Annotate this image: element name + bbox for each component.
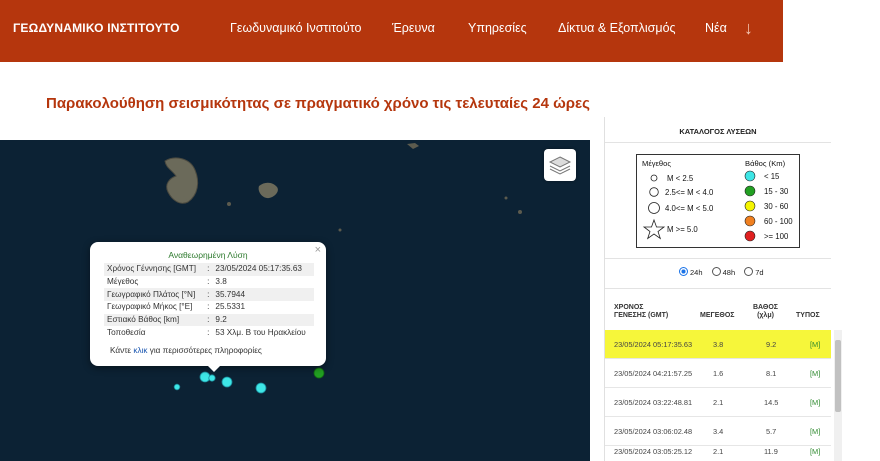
popup-label: Γεωγραφικό Πλάτος [°N]	[104, 288, 205, 302]
quake-marker-2[interactable]	[208, 374, 216, 382]
quake-marker-5[interactable]	[173, 383, 181, 391]
col-header-time[interactable]: ΧΡΟΝΟΣ ΓΕΝΕΣΗΣ (GMT)	[614, 304, 668, 320]
popup-row-origin-time: Χρόνος Γέννησης [GMT]:23/05/2024 05:17:3…	[104, 263, 314, 276]
islet-7	[338, 228, 342, 232]
radio-icon	[744, 267, 754, 276]
legend-size-large-icon	[648, 202, 660, 214]
popup-more-info: Κάντε κλικ για περισσότερες πληροφορίες	[110, 346, 262, 355]
quake-marker-3[interactable]	[221, 376, 233, 388]
legend-depth-ge100-icon	[744, 230, 756, 242]
legend-box: Μέγεθος Βάθος (Km) M < 2.5 2.5<= M < 4.0…	[636, 154, 800, 248]
popup-title: Αναθεωρημένη Λύση	[168, 250, 248, 260]
legend-mag-3: 4.0<= M < 5.0	[665, 204, 714, 213]
period-7d-radio[interactable]: 7d	[744, 267, 764, 277]
col-header-magnitude[interactable]: ΜΕΓΕΘΟΣ	[700, 312, 734, 320]
divider	[605, 288, 831, 289]
scrollbar-thumb[interactable]	[835, 340, 841, 412]
legend-mag-2: 2.5<= M < 4.0	[665, 188, 714, 197]
col-header-type[interactable]: ΤΥΠΟΣ	[796, 312, 820, 320]
legend-depth-30-60-icon	[744, 200, 756, 212]
legend-size-small-icon	[650, 174, 658, 182]
legend-depth-4: 60 - 100	[764, 217, 793, 226]
popup-value: 35.7944	[212, 288, 314, 302]
legend-mag-1: M < 2.5	[667, 174, 694, 183]
legend-star-icon	[642, 218, 666, 240]
table-row[interactable]: 23/05/2024 03:06:02.48 3.4 5.7 [M]	[605, 417, 831, 446]
popup-tip	[208, 366, 220, 372]
legend-size-medium-icon	[649, 187, 659, 197]
divider	[605, 258, 831, 259]
col-header-depth[interactable]: ΒΑΘΟΣ (χλμ)	[753, 304, 778, 320]
popup-row-magnitude: Μέγεθος:3.8	[104, 276, 314, 289]
solutions-panel: ΚΑΤΑΛΟΓΟΣ ΛΥΣΕΩΝ Μέγεθος Βάθος (Km) M < …	[604, 117, 842, 461]
popup-row-depth: Εστιακό Βάθος [km]:9.2	[104, 313, 314, 327]
table-row[interactable]: 23/05/2024 05:17:35.63 3.8 9.2 [M]	[605, 330, 831, 359]
islet-6	[504, 196, 508, 200]
nav-item-geodynamic-institute[interactable]: Γεωδυναμικό Ινστιτούτο	[230, 21, 361, 35]
period-48h-radio[interactable]: 48h	[711, 267, 735, 277]
nav-item-services[interactable]: Υπηρεσίες	[468, 21, 527, 35]
event-popup: × Αναθεωρημένη Λύση Χρόνος Γέννησης [GMT…	[90, 242, 326, 372]
nav-item-news[interactable]: Νέα	[705, 21, 727, 35]
anafi-island	[258, 182, 278, 199]
popup-label: Μέγεθος	[107, 277, 139, 287]
popup-label: Εστιακό Βάθος [km]	[104, 313, 205, 327]
popup-details-table: Χρόνος Γέννησης [GMT]:23/05/2024 05:17:3…	[104, 263, 314, 339]
radio-selected-icon	[679, 267, 688, 276]
table-scrollbar[interactable]	[834, 330, 842, 461]
nav-item-networks[interactable]: Δίκτυα & Εξοπλισμός	[558, 21, 676, 35]
legend-mag-4: M >= 5.0	[667, 225, 698, 234]
popup-value: 23/05/2024 05:17:35.63	[212, 263, 314, 276]
legend-depth-lt15-icon	[744, 170, 756, 182]
page-title: Παρακολούθηση σεισμικότητας σε πραγματικ…	[46, 95, 590, 112]
legend-depth-15-30-icon	[744, 185, 756, 197]
popup-value: 9.2	[212, 313, 314, 327]
islet-4	[227, 202, 231, 206]
quake-marker-1[interactable]	[199, 371, 211, 383]
popup-click-link[interactable]: κλικ	[133, 346, 147, 355]
nav-item-research[interactable]: Έρευνα	[392, 21, 435, 35]
popup-row-longitude: Γεωγραφικό Μήκος [°E]:25.5331	[104, 301, 314, 314]
layers-icon	[548, 156, 572, 175]
popup-value: 25.5331	[215, 302, 246, 312]
popup-label: Γεωγραφικό Μήκος [°E]	[107, 302, 193, 312]
popup-label: Χρόνος Γέννησης [GMT]	[104, 263, 205, 276]
quake-marker-4[interactable]	[255, 382, 267, 394]
period-selector: 24h 48h 7d	[679, 267, 771, 277]
legend-depth-2: 15 - 30	[764, 187, 789, 196]
popup-value: 53 Χλμ. Β του Ηρακλείου	[215, 327, 306, 337]
islet-5	[518, 210, 522, 214]
site-logo[interactable]: ΓΕΩΔΥΝΑΜΙΚΟ ΙΝΣΤΙΤΟΥΤΟ	[13, 21, 180, 35]
table-row[interactable]: 23/05/2024 04:21:57.25 1.6 8.1 [M]	[605, 359, 831, 388]
radio-icon	[711, 267, 721, 276]
divider	[605, 142, 831, 143]
table-row[interactable]: 23/05/2024 03:22:48.81 2.1 14.5 [M]	[605, 388, 831, 417]
quake-marker-6[interactable]	[313, 367, 325, 379]
popup-row-latitude: Γεωγραφικό Πλάτος [°N]:35.7944	[104, 288, 314, 302]
popup-value: 3.8	[215, 277, 227, 287]
islet-2	[407, 143, 419, 149]
layers-button[interactable]	[544, 149, 576, 181]
popup-label: Τοποθεσία	[107, 327, 146, 337]
period-24h-radio[interactable]: 24h	[679, 267, 703, 277]
legend-depth-1: < 15	[764, 172, 780, 181]
legend-depth-60-100-icon	[744, 215, 756, 227]
panel-title: ΚΑΤΑΛΟΓΟΣ ΛΥΣΕΩΝ	[679, 127, 757, 136]
table-row[interactable]: 23/05/2024 03:05:25.12 2.1 11.9 [M]	[605, 446, 831, 461]
top-nav-bar: ΓΕΩΔΥΝΑΜΙΚΟ ΙΝΣΤΙΤΟΥΤΟ Γεωδυναμικό Ινστι…	[0, 0, 783, 62]
legend-depth-3: 30 - 60	[764, 202, 789, 211]
santorini-island	[164, 157, 199, 204]
legend-depth-5: >= 100	[764, 232, 789, 241]
scroll-down-arrow-icon[interactable]: ↓	[744, 18, 753, 39]
popup-row-location: Τοποθεσία:53 Χλμ. Β του Ηρακλείου	[104, 326, 314, 339]
